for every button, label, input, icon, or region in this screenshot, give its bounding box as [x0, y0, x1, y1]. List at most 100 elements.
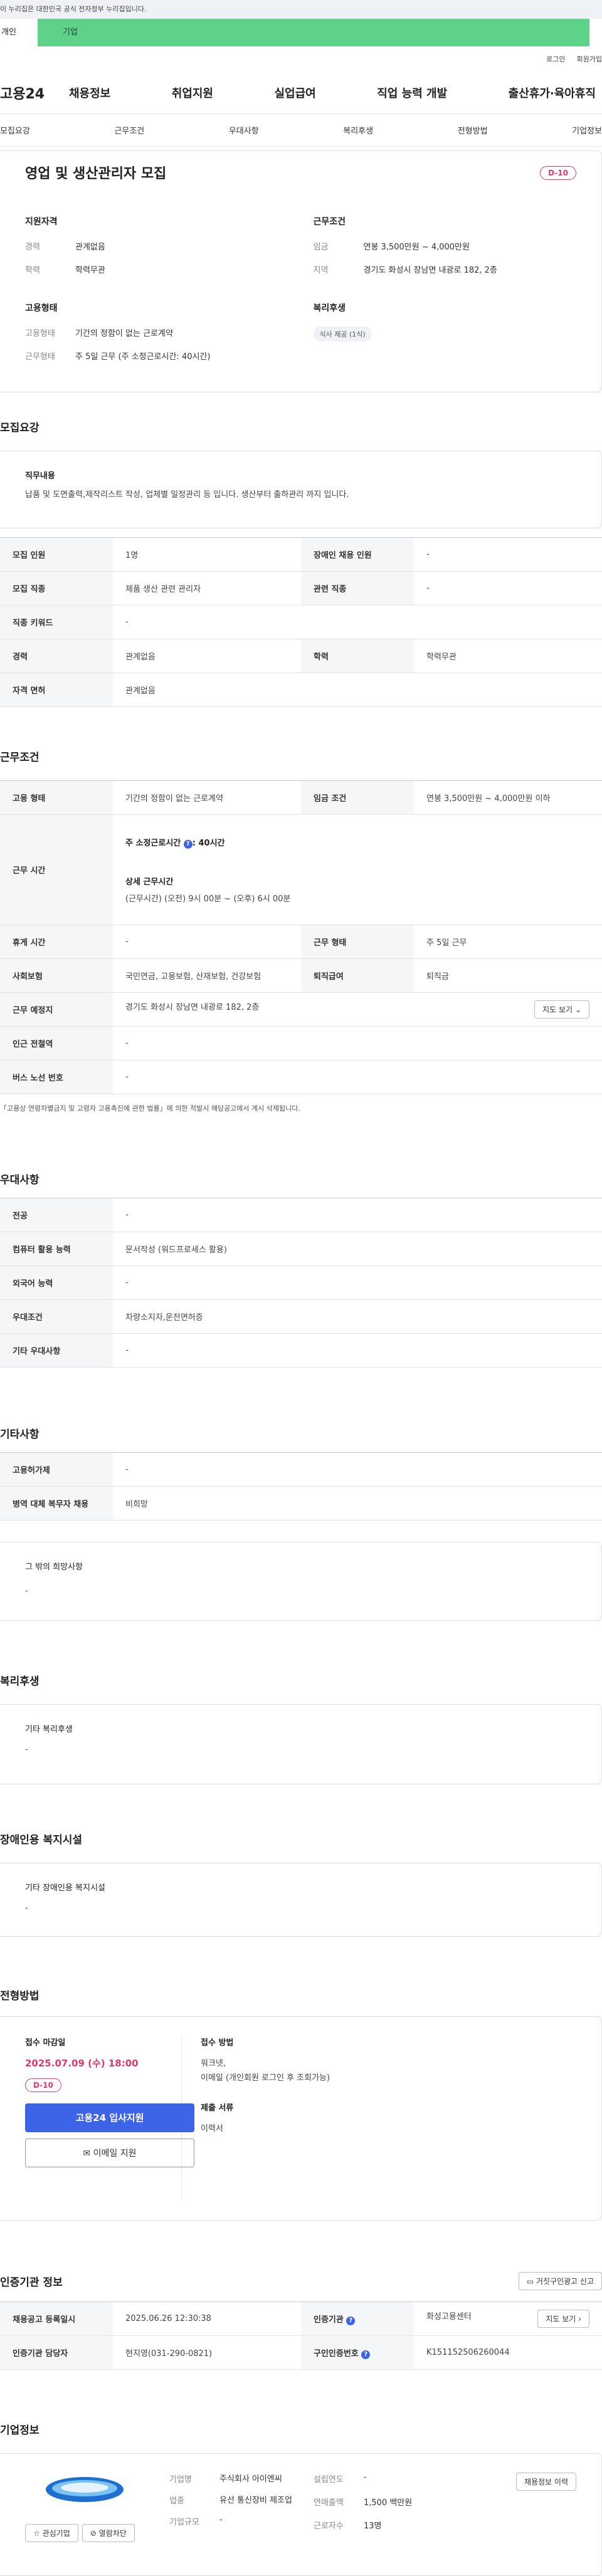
cell-value: 현지영(031-290-0821) — [113, 2335, 301, 2370]
info-icon[interactable]: ? — [183, 839, 193, 849]
cell-value: 연봉 3,500만원 ~ 4,000만원 이하 — [414, 780, 602, 815]
cell-label: 사회보험 — [0, 958, 113, 993]
cell-value: K151152506260044 — [414, 2335, 602, 2370]
cert-table: 채용공고 등록일시 2025.06.26 12:30:38 인증기관 ? 화성고… — [0, 2301, 602, 2370]
table-row: 자격 면허 관계없음 — [0, 673, 602, 707]
welfare-block: 복리후생 식사 제공 (1식) — [313, 301, 577, 373]
cell-value: - — [113, 1198, 602, 1232]
cell-label: 장애인 채용 인원 — [301, 537, 414, 572]
hours-week-value: : 40시간 — [192, 838, 225, 848]
cert-org-label-cell: 인증기관 ? — [301, 2301, 414, 2336]
tab-recruit[interactable]: 모집요강 — [0, 124, 30, 136]
apply-button[interactable]: 고용24 입사지원 — [25, 2103, 194, 2132]
deadline-label: 접수 마감일 — [25, 2038, 66, 2048]
map-button[interactable]: 지도 보기 ⌄ — [534, 1000, 589, 1018]
kv-label: 임금 — [313, 243, 329, 252]
kv-value: 경기도 화성시 장남면 내광로 182, 2층 — [363, 266, 497, 275]
document-icon: ▭ — [526, 2277, 534, 2286]
table-row: 우대조건 차량소지자,운전면허증 — [0, 1299, 602, 1334]
legal-note: 「고용상 연령차별금지 및 고령자 고용촉진에 관한 법률」에 의한 적발시 해… — [0, 1104, 300, 1113]
dday-badge: D-10 — [540, 166, 576, 180]
info-icon[interactable]: ? — [361, 2350, 371, 2359]
cell-value: 관계없음 — [113, 639, 301, 673]
kv-label: 지역 — [313, 266, 329, 275]
work-table: 고용 형태 기간의 정함이 없는 근로계약 임금 조건 연봉 3,500만원 ~… — [0, 780, 602, 1094]
disability-box-title: 기타 장애인용 복지시설 — [25, 1883, 105, 1893]
tab-process[interactable]: 전형방법 — [458, 124, 488, 136]
cell-label: 전공 — [0, 1198, 113, 1232]
switch-personal[interactable]: 개인 — [0, 19, 38, 46]
welfare-box-value: - — [25, 1745, 28, 1754]
hiring-history-button[interactable]: 채용정보 이력 — [515, 2473, 576, 2491]
method-label: 접수 방법 — [201, 2038, 234, 2048]
cell-value: - — [113, 605, 602, 639]
login-link[interactable]: 로그인 — [546, 54, 565, 64]
docs-value: 이력서 — [201, 2123, 223, 2134]
global-nav: 고용24 채용정보 취업지원 실업급여 직업 능력 개발 출산휴가·육아휴직 — [0, 71, 602, 114]
email-apply-button[interactable]: ✉ 이메일 지원 — [25, 2139, 194, 2167]
join-link[interactable]: 회원가입 — [577, 54, 602, 64]
tab-preference[interactable]: 우대사항 — [229, 124, 259, 136]
cell-label: 병역 대체 복무자 채용 — [0, 1486, 113, 1521]
company-logo-graphic — [46, 2477, 124, 2502]
cell-value: 관계없음 — [113, 673, 602, 707]
cell-value: - — [113, 1333, 602, 1368]
job-desc-title: 직무내용 — [25, 471, 55, 481]
cell-label: 직종 키워드 — [0, 605, 113, 639]
gnb-item-employment-support[interactable]: 취업지원 — [172, 85, 213, 101]
favorite-company-button[interactable]: ☆ 관심기업 — [25, 2524, 78, 2542]
gnb-item-parental-leave[interactable]: 출산휴가·육아휴직 — [509, 85, 596, 101]
cell-label: 고용허가제 — [0, 1452, 113, 1487]
favorite-label: 관심기업 — [42, 2529, 70, 2538]
tab-company[interactable]: 기업정보 — [572, 124, 602, 136]
gnb-item-jobs[interactable]: 채용정보 — [69, 85, 110, 101]
chevron-right-icon: › — [578, 2315, 581, 2323]
welfare-box-title: 기타 복리후생 — [25, 1725, 73, 1734]
cell-value: 학력무관 — [414, 639, 602, 673]
site-logo[interactable]: 고용24 — [0, 83, 69, 103]
cell-label: 구인인증번호 — [314, 2348, 359, 2359]
star-icon: ☆ — [33, 2529, 40, 2538]
tab-welfare[interactable]: 복리후생 — [343, 124, 373, 136]
job-summary-card: 영업 및 생산관리자 모집 D-10 지원자격 경력 관계없음 학력 학력무관 근무… — [0, 150, 602, 392]
cell-label: 버스 노선 번호 — [0, 1060, 113, 1094]
etc-wish-box: 그 밖의 희망사항 - — [0, 1542, 602, 1621]
method-column: 접수 방법 워크넷, 이메일 (개인회원 로그인 후 조회가능) 제출 서류 이… — [182, 2036, 330, 2201]
anchor-tabs: 모집요강 근무조건 우대사항 복리후생 전형방법 기업정보 — [0, 114, 602, 147]
cell-value: 퇴직금 — [414, 958, 602, 993]
org-map-button[interactable]: 지도 보기 › — [537, 2310, 589, 2328]
company-heading: 기업정보 — [0, 2424, 40, 2437]
gnb-item-training[interactable]: 직업 능력 개발 — [377, 85, 447, 101]
cell-value: 1명 — [113, 537, 301, 572]
kv-value: 주 5일 근무 (주 소정근로시간: 40시간) — [75, 352, 211, 362]
cell-label: 모집 직종 — [0, 571, 113, 605]
kv-value: 연봉 3,500만원 ~ 4,000만원 — [363, 243, 470, 252]
conditions-block: 근무조건 임금 연봉 3,500만원 ~ 4,000만원 지역 경기도 화성시 장남… — [314, 215, 577, 286]
cell-label: 인근 전철역 — [0, 1026, 113, 1060]
cell-label: 휴게 시간 — [0, 924, 113, 959]
kv-value: 13명 — [364, 2521, 382, 2531]
etc-heading: 기타사항 — [0, 1428, 40, 1441]
gnb-item-unemployment-benefit[interactable]: 실업급여 — [275, 85, 316, 101]
cell-value: - — [113, 1265, 602, 1300]
deadline-value: 2025.07.09 (수) 18:00 — [25, 2058, 139, 2069]
etc-wish-title: 그 밖의 희망사항 — [25, 1563, 83, 1572]
cell-label: 인증기관 — [314, 2315, 344, 2325]
block-company-button[interactable]: ⊘ 열람차단 — [82, 2524, 135, 2542]
util-bar: 로그인 회원가입 — [0, 46, 602, 71]
job-desc-box: 직무내용 납품 및 도면출력,제작리스트 작성, 업체별 일정관리 등 입니다.… — [0, 451, 602, 528]
map-button-label: 지도 보기 — [542, 1005, 573, 1014]
table-row: 고용 형태 기간의 정함이 없는 근로계약 임금 조건 연봉 3,500만원 ~… — [0, 780, 602, 815]
report-ad-button[interactable]: ▭ 거짓구인광고 신고 — [518, 2272, 602, 2290]
cell-value: 제품 생산 관련 관리자 — [113, 571, 301, 605]
tab-work[interactable]: 근무조건 — [114, 124, 144, 136]
company-box: ☆ 관심기업 ⊘ 열람차단 기업명 주식회사 아이엔씨 업종 유선 통신장비 제조업… — [0, 2453, 602, 2576]
info-icon[interactable]: ? — [346, 2316, 356, 2325]
switch-company[interactable]: 기업 — [38, 19, 589, 46]
kv-value: 기간의 정함이 없는 근로계약 — [75, 329, 173, 338]
cell-value: 경기도 화성시 장남면 내광로 182, 2층 — [125, 1003, 260, 1012]
report-ad-label: 거짓구인광고 신고 — [536, 2277, 594, 2286]
hours-cell: 주 소정근로시간 ?: 40시간 상세 근무시간 (근무시간) (오전) 9시 … — [113, 814, 602, 925]
recruit-heading: 모집요강 — [0, 422, 40, 434]
cell-value: - — [113, 924, 301, 959]
